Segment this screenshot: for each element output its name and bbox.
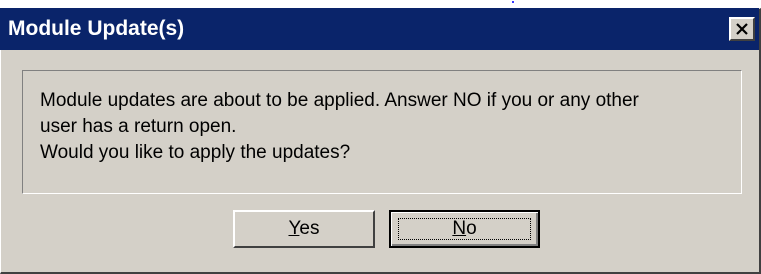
no-label-rest: o	[466, 218, 477, 239]
dialog-title: Module Update(s)	[8, 17, 185, 40]
yes-mnemonic: Y	[288, 218, 300, 239]
close-button[interactable]	[729, 17, 755, 41]
no-button[interactable]: No	[389, 210, 540, 248]
close-icon	[736, 23, 748, 35]
yes-button-label: Yes	[288, 218, 319, 240]
message-panel: Module updates are about to be applied. …	[22, 70, 742, 194]
message-line-1: Module updates are about to be applied. …	[40, 90, 639, 111]
stray-pixel	[512, 1, 514, 3]
yes-label-rest: es	[299, 218, 320, 239]
no-mnemonic: N	[452, 218, 467, 239]
no-button-label: No	[452, 218, 476, 240]
message-line-2: user has a return open.	[40, 116, 237, 137]
yes-button[interactable]: Yes	[233, 210, 375, 248]
title-bar[interactable]: Module Update(s)	[0, 8, 759, 50]
message-line-3: Would you like to apply the updates?	[40, 142, 351, 163]
